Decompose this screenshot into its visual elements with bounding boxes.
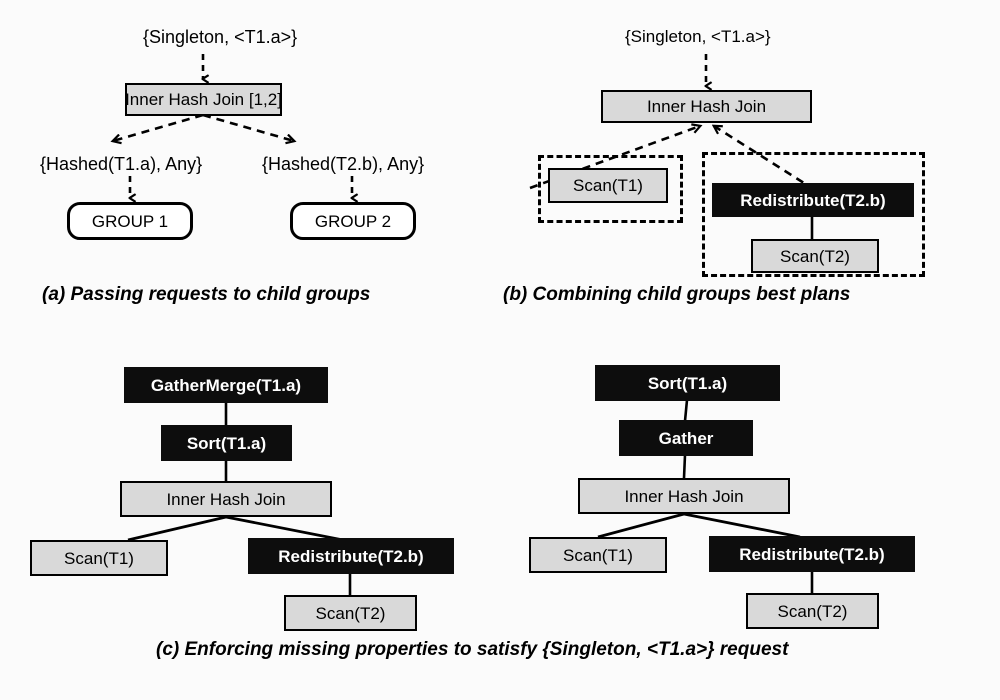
edge-join-to-redistribute-left <box>225 515 344 542</box>
panel-c-right-scan-t2[interactable]: Scan(T2) <box>746 593 879 629</box>
edge-join-to-right-request <box>202 113 294 141</box>
panel-b-redistribute-t2b[interactable]: Redistribute(T2.b) <box>712 183 914 217</box>
edge-gather-to-join-right <box>682 454 687 479</box>
edge-sort-to-gather-right <box>683 399 689 422</box>
panel-b-scan-t2[interactable]: Scan(T2) <box>751 239 879 273</box>
panel-c-left-scan-t1[interactable]: Scan(T1) <box>30 540 168 576</box>
panel-c-left-gathermerge-t1a[interactable]: GatherMerge(T1.a) <box>124 367 328 403</box>
panel-c-right-sort-t1a[interactable]: Sort(T1.a) <box>595 365 780 401</box>
panel-c-right-gather[interactable]: Gather <box>619 420 753 456</box>
edge-join-to-redistribute-right <box>683 512 801 539</box>
panel-c-right-redistribute-t2b[interactable]: Redistribute(T2.b) <box>709 536 915 572</box>
panel-a-caption: (a) Passing requests to child groups <box>42 284 371 305</box>
panel-b-caption: (b) Combining child groups best plans <box>503 284 851 305</box>
panel-a-root-request-label: {Singleton, <T1.a>} <box>143 27 298 47</box>
panel-c-caption: (c) Enforcing missing properties to sati… <box>156 639 789 660</box>
panel-a-right-request-label: {Hashed(T2.b), Any} <box>262 154 425 174</box>
panel-c-left-inner-hash-join[interactable]: Inner Hash Join <box>120 481 332 517</box>
panel-c-right-inner-hash-join[interactable]: Inner Hash Join <box>578 478 790 514</box>
panel-a-operator-inner-hash-join[interactable]: Inner Hash Join [1,2] <box>125 83 282 116</box>
panel-a-left-request-label: {Hashed(T1.a), Any} <box>40 154 203 174</box>
panel-b-scan-t1[interactable]: Scan(T1) <box>548 168 668 203</box>
panel-a-group-2[interactable]: GROUP 2 <box>290 202 416 240</box>
panel-b-operator-inner-hash-join[interactable]: Inner Hash Join <box>601 90 812 123</box>
panel-c-right-scan-t1[interactable]: Scan(T1) <box>529 537 667 573</box>
edge-join-to-scant1-right <box>597 512 685 539</box>
figure-canvas: {Singleton, <T1.a>} Inner Hash Join [1,2… <box>0 0 1000 700</box>
panel-c-left-redistribute-t2b[interactable]: Redistribute(T2.b) <box>248 538 454 574</box>
edge-join-to-left-request <box>113 113 204 141</box>
panel-a-group-1[interactable]: GROUP 1 <box>67 202 193 240</box>
panel-c-left-scan-t2[interactable]: Scan(T2) <box>284 595 417 631</box>
panel-c-left-sort-t1a[interactable]: Sort(T1.a) <box>161 425 292 461</box>
panel-a-edges <box>113 54 352 198</box>
edge-join-to-scant1-left <box>127 515 227 542</box>
panel-b-root-request-label: {Singleton, <T1.a>} <box>625 27 771 46</box>
